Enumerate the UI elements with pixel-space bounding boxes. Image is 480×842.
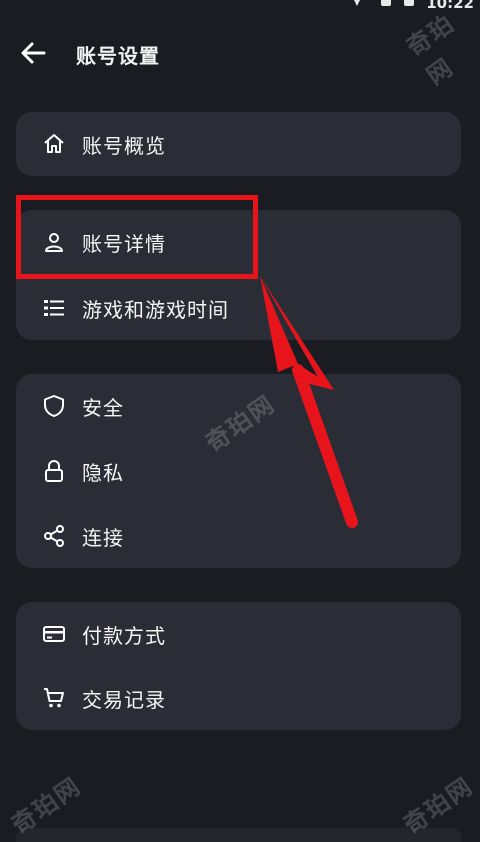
home-icon: [44, 134, 64, 153]
battery-icon: [404, 0, 414, 6]
next-card-edge: [16, 828, 461, 842]
back-button[interactable]: [18, 38, 48, 68]
menu-item-label: 交易记录: [82, 688, 166, 712]
card-overview: 账号概览: [16, 112, 461, 176]
menu-item-label: 账号概览: [82, 134, 166, 158]
signal-icon: [352, 0, 362, 6]
menu-item-label: 付款方式: [82, 624, 166, 648]
menu-item-payment-methods[interactable]: 付款方式: [16, 602, 461, 666]
highlight-box: [16, 195, 258, 279]
credit-card-icon: [43, 626, 65, 642]
sim-icon: [381, 0, 391, 6]
menu-item-account-overview[interactable]: 账号概览: [16, 112, 461, 176]
lock-icon: [45, 460, 63, 482]
menu-item-label: 隐私: [82, 461, 124, 485]
menu-item-label: 游戏和游戏时间: [82, 298, 229, 322]
menu-item-connections[interactable]: 连接: [16, 504, 461, 568]
menu-item-privacy[interactable]: 隐私: [16, 439, 461, 503]
menu-item-transactions[interactable]: 交易记录: [16, 666, 461, 730]
cart-icon: [44, 688, 64, 708]
arrow-left-icon: [21, 42, 46, 64]
list-icon: [44, 300, 64, 316]
status-bar: 10:22: [0, 0, 480, 12]
menu-item-label: 连接: [82, 526, 124, 550]
shield-icon: [44, 395, 64, 417]
menu-item-label: 安全: [82, 396, 124, 420]
share-icon: [44, 525, 64, 547]
page-title: 账号设置: [76, 44, 160, 68]
card-payments: 付款方式 交易记录: [16, 602, 461, 730]
menu-item-games-playtime[interactable]: 游戏和游戏时间: [16, 276, 461, 340]
